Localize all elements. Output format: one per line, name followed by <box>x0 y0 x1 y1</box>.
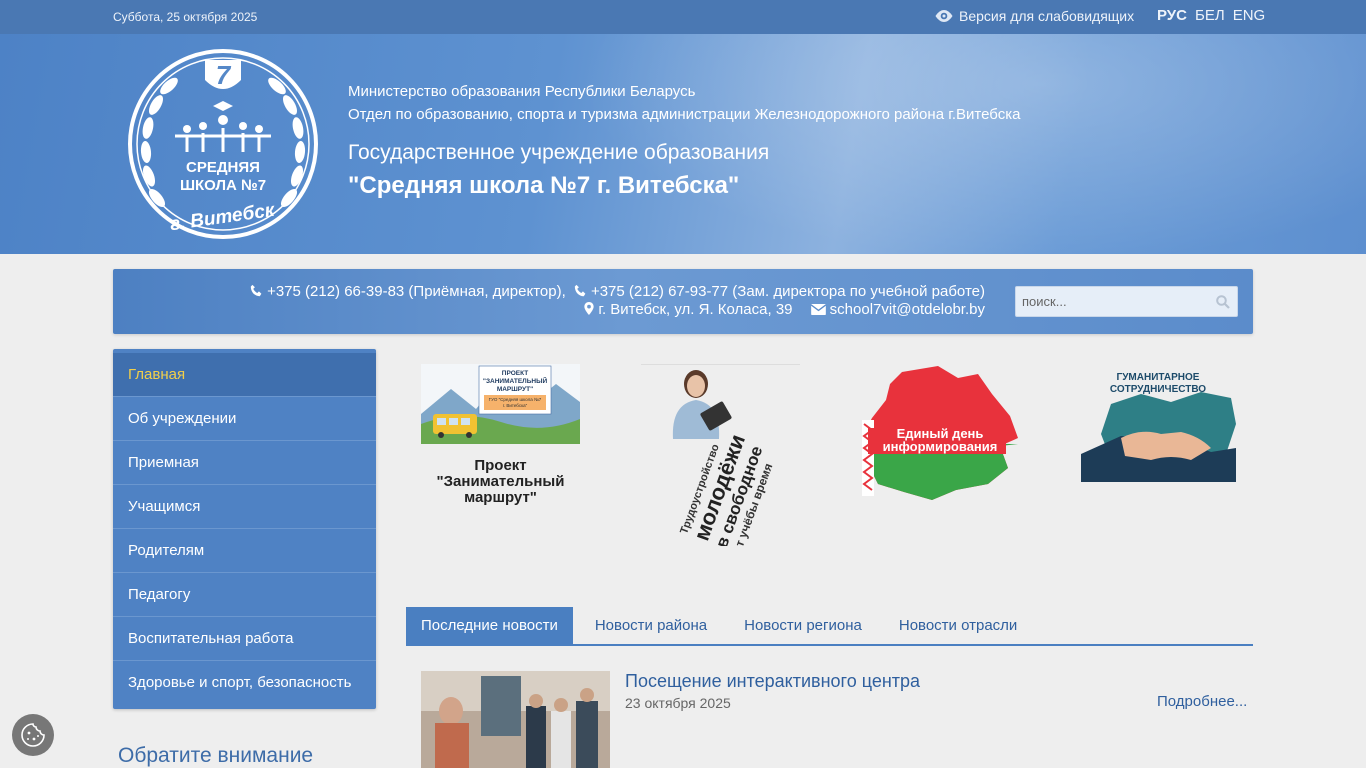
tab-district-news[interactable]: Новости района <box>580 607 722 644</box>
banner-route-project[interactable]: ПРОЕКТ "ЗАНИМАТЕЛЬНЫЙ МАРШРУТ" ГУО "Сред… <box>421 364 580 444</box>
lang-ru[interactable]: РУС <box>1157 7 1187 24</box>
contact-bar: +375 (212) 66-39-83 (Приёмная, директор)… <box>113 269 1253 334</box>
search-input[interactable] <box>1016 287 1206 316</box>
tab-industry-news[interactable]: Новости отрасли <box>884 607 1032 644</box>
banner-youth-employment[interactable]: Трудоустройство молодёжи в свободное от … <box>641 364 800 546</box>
lang-en[interactable]: ENG <box>1233 7 1266 24</box>
banner-route-caption[interactable]: Проект "Занимательный маршрут" <box>421 458 580 506</box>
phone-icon <box>574 284 586 297</box>
svg-text:г. Витебска": г. Витебска" <box>503 403 528 408</box>
sidebar-item-home[interactable]: Главная <box>113 353 376 397</box>
news-read-more-link[interactable]: Подробнее... <box>1157 693 1247 710</box>
news-title[interactable]: Посещение интерактивного центра <box>625 671 920 692</box>
svg-text:МАРШРУТ": МАРШРУТ" <box>497 386 533 393</box>
news-date: 23 октября 2025 <box>625 695 731 711</box>
low-vision-version-link[interactable]: Версия для слабовидящих <box>934 8 1134 24</box>
school-logo[interactable]: 7 СРЕДНЯЯ ШКОЛА №7 г. Витебск <box>127 48 319 240</box>
envelope-icon <box>810 304 826 315</box>
institution-name: "Средняя школа №7 г. Витебска" <box>348 172 740 199</box>
institution-type: Государственное учреждение образования <box>348 141 770 164</box>
logo-line2: ШКОЛА №7 <box>180 177 266 194</box>
sidebar-menu: Главная Об учреждении Приемная Учащимся … <box>113 349 376 709</box>
current-date: Суббота, 25 октября 2025 <box>113 10 258 24</box>
tab-latest-news[interactable]: Последние новости <box>406 607 573 644</box>
sidebar-item-reception[interactable]: Приемная <box>113 441 376 485</box>
search-icon[interactable] <box>1216 295 1230 309</box>
sidebar-item-health-safety[interactable]: Здоровье и спорт, безопасность <box>113 661 376 705</box>
banner-humanitarian-cooperation[interactable]: ГУМАНИТАРНОЕ СОТРУДНИЧЕСТВО <box>1081 364 1236 482</box>
tab-region-news[interactable]: Новости региона <box>729 607 877 644</box>
eye-icon <box>935 10 953 22</box>
department-name: Отдел по образованию, спорта и туризма а… <box>348 106 1021 123</box>
svg-text:ГУО "Средняя школа №7: ГУО "Средняя школа №7 <box>489 397 542 402</box>
phone-reception[interactable]: +375 (212) 66-39-83 (Приёмная, директор)… <box>267 283 566 300</box>
news-tabs: Последние новости Новости района Новости… <box>406 607 1253 646</box>
attention-heading: Обратите внимание <box>118 744 314 767</box>
logo-number: 7 <box>216 60 232 90</box>
language-switcher: РУС БЕЛ ENG <box>1157 7 1265 24</box>
cookie-settings-button[interactable] <box>12 714 54 756</box>
sidebar-item-parents[interactable]: Родителям <box>113 529 376 573</box>
svg-text:СОТРУДНИЧЕСТВО: СОТРУДНИЧЕСТВО <box>1110 384 1206 395</box>
svg-text:"ЗАНИМАТЕЛЬНЫЙ: "ЗАНИМАТЕЛЬНЫЙ <box>483 376 548 385</box>
low-vision-label: Версия для слабовидящих <box>959 8 1135 24</box>
sidebar-item-students[interactable]: Учащимся <box>113 485 376 529</box>
banner-info-day[interactable]: Единый день информирования <box>860 364 1019 504</box>
svg-text:информирования: информирования <box>883 439 998 454</box>
top-bar: Суббота, 25 октября 2025 Версия для слаб… <box>0 0 1366 34</box>
map-marker-icon <box>584 302 594 315</box>
address-line: г. Витебск, ул. Я. Коласа, 39 school7vit… <box>584 301 985 318</box>
search-box <box>1015 286 1238 317</box>
phone-icon <box>250 284 262 297</box>
site-header: 7 СРЕДНЯЯ ШКОЛА №7 г. Витебск Министерст… <box>0 34 1366 254</box>
sidebar-item-teachers[interactable]: Педагогу <box>113 573 376 617</box>
lang-be[interactable]: БЕЛ <box>1195 7 1225 24</box>
ministry-name: Министерство образования Республики Бела… <box>348 83 696 100</box>
svg-text:ГУМАНИТАРНОЕ: ГУМАНИТАРНОЕ <box>1117 372 1200 383</box>
news-thumbnail[interactable] <box>421 671 610 768</box>
cookie-icon <box>21 723 45 747</box>
svg-text:ПРОЕКТ: ПРОЕКТ <box>502 370 528 377</box>
phone-line: +375 (212) 66-39-83 (Приёмная, директор)… <box>250 283 985 300</box>
email-link[interactable]: school7vit@otdelobr.by <box>830 301 985 318</box>
address-text: г. Витебск, ул. Я. Коласа, 39 <box>598 301 793 318</box>
sidebar-item-about[interactable]: Об учреждении <box>113 397 376 441</box>
phone-deputy[interactable]: +375 (212) 67-93-77 (Зам. директора по у… <box>591 283 985 300</box>
logo-line1: СРЕДНЯЯ <box>186 159 260 176</box>
sidebar-item-upbringing[interactable]: Воспитательная работа <box>113 617 376 661</box>
